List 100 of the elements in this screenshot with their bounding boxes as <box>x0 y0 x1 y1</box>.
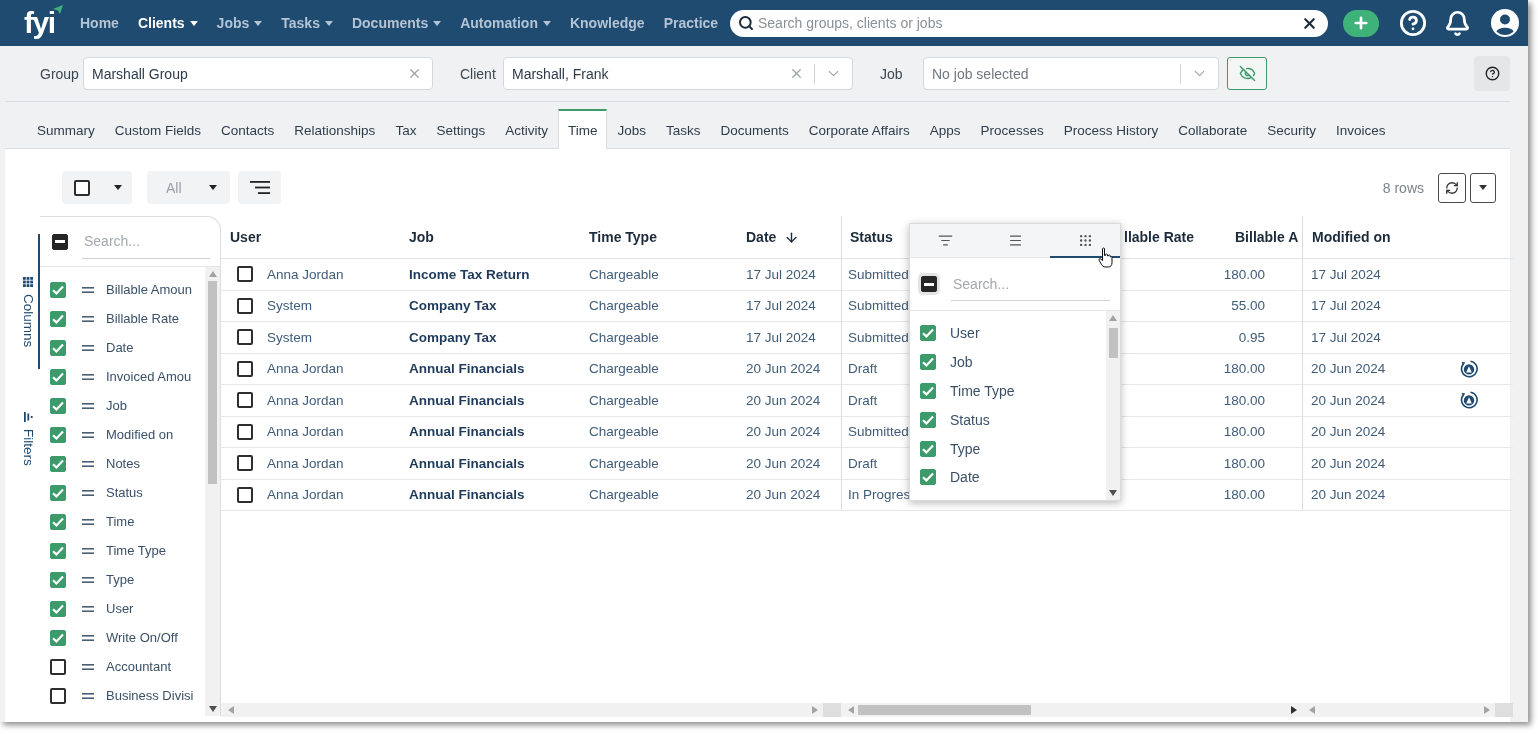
row-checkbox[interactable] <box>237 455 253 472</box>
nav-item[interactable]: Home <box>80 15 119 31</box>
tab[interactable]: Corporate Affairs <box>798 109 920 149</box>
nav-item[interactable]: Clients <box>137 15 198 31</box>
select-field[interactable]: Marshall Group <box>83 57 433 90</box>
vertical-scrollbar[interactable] <box>205 267 220 716</box>
select-all-checkbox[interactable] <box>921 276 937 292</box>
drag-handle-icon[interactable] <box>82 663 94 670</box>
select-field[interactable]: No job selected <box>923 57 1219 90</box>
scroll-down-icon[interactable] <box>1109 490 1117 496</box>
tab[interactable]: Security <box>1257 109 1326 149</box>
tab[interactable]: Processes <box>970 109 1054 149</box>
checkbox[interactable] <box>74 179 90 196</box>
row-checkbox[interactable] <box>237 266 253 283</box>
row-checkbox[interactable] <box>237 392 253 409</box>
search-field[interactable]: Search... <box>82 224 210 259</box>
tab[interactable]: Tasks <box>655 109 711 149</box>
nav-item[interactable]: Practice <box>663 15 719 31</box>
refresh-button[interactable] <box>1438 172 1466 203</box>
checkbox[interactable] <box>50 484 66 501</box>
checkbox[interactable] <box>50 600 66 617</box>
drag-handle-icon[interactable] <box>82 576 94 583</box>
search-field[interactable]: Search groups, clients or jobs <box>730 9 1328 37</box>
checkbox[interactable] <box>50 571 66 588</box>
nav-item[interactable]: Tasks <box>281 15 333 31</box>
scroll-right-icon[interactable] <box>1291 706 1297 714</box>
checkbox[interactable] <box>50 542 66 559</box>
drag-handle-icon[interactable] <box>82 692 94 699</box>
drag-handle-icon[interactable] <box>82 460 94 467</box>
checkbox[interactable] <box>920 383 936 399</box>
scrollbar-thumb[interactable] <box>858 705 1031 715</box>
visibility-toggle-button[interactable] <box>1227 57 1267 90</box>
column-header[interactable]: llable Rate <box>1124 216 1235 258</box>
notifications-button[interactable] <box>1444 9 1471 37</box>
column-header[interactable]: Job <box>401 216 581 258</box>
row-checkbox[interactable] <box>237 297 253 314</box>
column-header[interactable]: Status <box>842 216 910 258</box>
column-header[interactable]: Billable A <box>1235 216 1302 258</box>
drag-handle-icon[interactable] <box>82 402 94 409</box>
checkbox[interactable] <box>50 397 66 414</box>
nav-item[interactable]: Documents <box>351 15 442 31</box>
checkbox[interactable] <box>50 658 66 675</box>
checkbox[interactable] <box>50 310 66 327</box>
scroll-down-icon[interactable] <box>208 706 217 712</box>
checkbox[interactable] <box>50 368 66 385</box>
tab[interactable]: Process History <box>1053 109 1169 149</box>
tab[interactable]: Jobs <box>607 109 656 149</box>
horizontal-scrollbar[interactable] <box>841 703 1302 717</box>
row-checkbox[interactable] <box>237 360 253 377</box>
drag-handle-icon[interactable] <box>82 344 94 351</box>
drag-handle-icon[interactable] <box>82 605 94 612</box>
checkbox[interactable] <box>50 339 66 356</box>
column-header[interactable]: User <box>221 216 401 258</box>
checkbox[interactable] <box>920 325 936 342</box>
scrollbar-thumb[interactable] <box>1108 328 1118 358</box>
row-checkbox[interactable] <box>237 423 253 440</box>
row-checkbox[interactable] <box>237 329 253 346</box>
checkbox[interactable] <box>50 687 66 704</box>
help-button[interactable] <box>1474 56 1510 91</box>
drag-handle-icon[interactable] <box>82 518 94 525</box>
checkbox[interactable] <box>50 281 66 298</box>
logo[interactable]: fyi <box>24 8 55 38</box>
checkbox[interactable] <box>920 354 936 371</box>
tab[interactable]: Apps <box>919 109 971 149</box>
checkbox[interactable] <box>920 440 936 457</box>
checkbox[interactable] <box>50 513 66 530</box>
column-header[interactable]: Modified on <box>1303 216 1443 258</box>
drag-handle-icon[interactable] <box>82 634 94 641</box>
tab[interactable]: Documents <box>710 109 799 149</box>
checkbox[interactable] <box>50 426 66 443</box>
checkbox[interactable] <box>920 411 936 428</box>
tab[interactable]: Collaborate <box>1168 109 1258 149</box>
tab[interactable]: Summary <box>27 109 105 149</box>
drag-handle-icon[interactable] <box>82 489 94 496</box>
help-button[interactable] <box>1399 9 1427 37</box>
tab[interactable]: Custom Fields <box>104 109 212 149</box>
scrollbar-thumb[interactable] <box>208 281 217 484</box>
drag-handle-icon[interactable] <box>82 547 94 554</box>
nav-item[interactable]: Automation <box>460 15 551 31</box>
checkbox[interactable] <box>50 629 66 646</box>
more-button[interactable] <box>1470 172 1496 203</box>
nav-item[interactable]: Jobs <box>216 15 263 31</box>
drag-handle-icon[interactable] <box>82 373 94 380</box>
tab[interactable]: Invoices <box>1326 109 1396 149</box>
tab[interactable]: Relationships <box>284 109 386 149</box>
column-header[interactable]: Time Type <box>581 216 738 258</box>
tab[interactable]: Contacts <box>211 109 285 149</box>
tab[interactable]: Time <box>557 109 608 149</box>
select-all-checkbox[interactable] <box>52 233 68 250</box>
select-dropdown-button[interactable] <box>62 171 132 204</box>
nav-item[interactable]: Knowledge <box>569 15 645 31</box>
side-tab[interactable]: Filters <box>18 409 40 470</box>
vertical-scrollbar[interactable] <box>1106 311 1120 500</box>
search-field[interactable]: Search... <box>951 267 1110 301</box>
drag-handle-icon[interactable] <box>82 431 94 438</box>
add-button[interactable] <box>1343 9 1379 37</box>
drag-handle-icon[interactable] <box>82 286 94 293</box>
search-input[interactable]: Search groups, clients or jobs <box>758 15 1297 31</box>
tab[interactable]: Tax <box>385 109 427 149</box>
user-menu-button[interactable] <box>1491 9 1519 37</box>
